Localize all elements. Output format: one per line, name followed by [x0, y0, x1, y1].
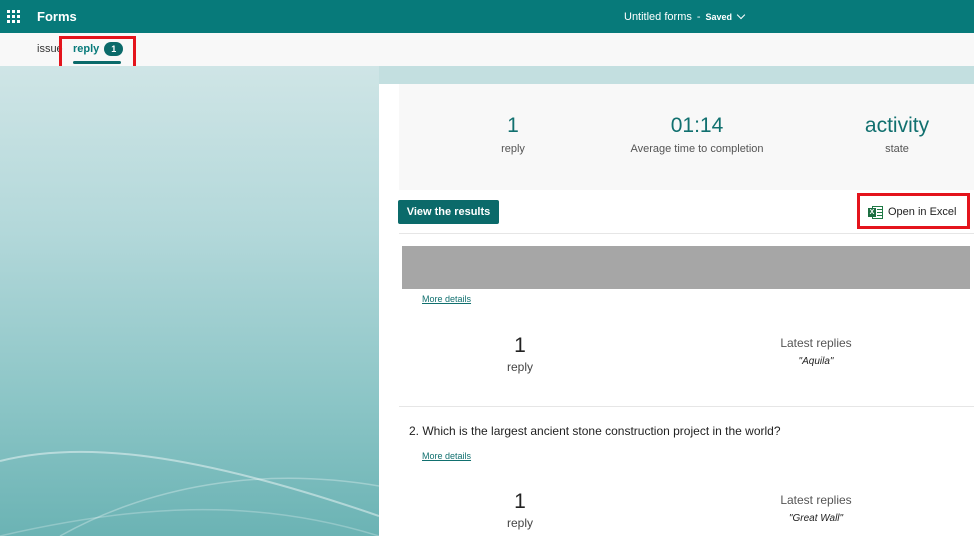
forms-window: Forms Untitled forms - Saved issue reply… [0, 0, 974, 536]
view-results-button[interactable]: View the results [398, 200, 499, 224]
question-1-title-bar [402, 246, 970, 289]
divider [399, 233, 974, 234]
background-pane [0, 66, 379, 536]
responses-panel: 1 reply 01:14 Average time to completion… [379, 84, 974, 536]
question-2-latest-label: Latest replies [780, 493, 852, 507]
app-header: Forms Untitled forms - Saved [0, 0, 974, 33]
stat-average-time: 01:14 Average time to completion [612, 114, 782, 155]
stat-state-label: state [885, 143, 909, 155]
question-2-title: 2. Which is the largest ancient stone co… [409, 424, 781, 438]
question-1-more-details-link[interactable]: More details [422, 294, 471, 304]
app-launcher-icon[interactable] [7, 9, 21, 24]
question-2-more-details-link[interactable]: More details [422, 451, 471, 461]
tab-reply-label: reply [73, 43, 100, 55]
background-wave-decoration [0, 450, 379, 536]
stat-state: activity state [847, 114, 947, 155]
stat-replies-value: 1 [507, 114, 519, 137]
question-2-latest-replies: Latest replies "Great Wall" [746, 493, 886, 524]
question-1-latest-label: Latest replies [780, 336, 852, 350]
question-1-reply-count-value: 1 [514, 334, 526, 357]
response-summary: 1 reply 01:14 Average time to completion… [399, 84, 974, 190]
tab-bar: issue reply 1 [0, 33, 974, 66]
background-strip [379, 66, 974, 84]
tab-issue[interactable]: issue [37, 43, 63, 55]
question-2-reply-count: 1 reply [490, 490, 550, 530]
divider [399, 406, 974, 407]
stat-state-value: activity [864, 114, 930, 137]
tab-reply[interactable]: reply 1 [73, 41, 124, 63]
question-2-latest-value: "Great Wall" [788, 513, 844, 524]
document-title: Untitled forms [624, 10, 692, 23]
title-separator: - [696, 10, 701, 23]
question-1-latest-replies: Latest replies "Aquila" [746, 336, 886, 367]
save-status: Saved [705, 11, 733, 22]
question-1-latest-value: "Aquila" [798, 356, 834, 367]
question-1-reply-count-label: reply [506, 360, 533, 374]
active-tab-indicator [73, 61, 121, 64]
chevron-down-icon [736, 10, 746, 20]
question-1-reply-count: 1 reply [490, 334, 550, 374]
open-in-excel-button[interactable]: X Open in Excel [868, 202, 964, 222]
open-in-excel-label: Open in Excel [888, 206, 957, 218]
question-2-reply-count-value: 1 [514, 490, 526, 513]
document-title-menu[interactable]: Untitled forms - Saved [624, 0, 746, 33]
app-name[interactable]: Forms [37, 9, 77, 24]
stat-replies: 1 reply [453, 114, 573, 155]
question-2-reply-count-label: reply [506, 516, 533, 530]
stat-replies-label: reply [501, 143, 525, 155]
excel-icon: X [868, 205, 883, 219]
stat-average-time-value: 01:14 [670, 114, 724, 137]
reply-count-badge: 1 [104, 42, 124, 56]
stat-average-time-label: Average time to completion [630, 143, 764, 155]
